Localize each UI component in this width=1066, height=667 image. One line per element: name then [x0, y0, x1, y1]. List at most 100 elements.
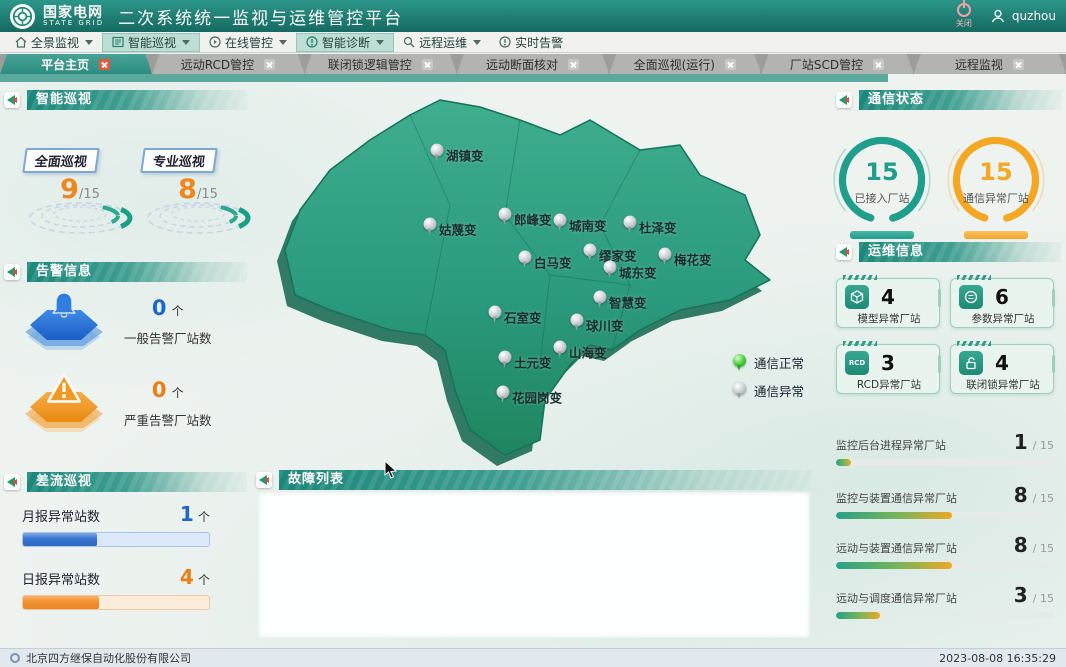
diff-progress-track — [22, 595, 210, 610]
section-diff-patrol: 差流巡视 — [4, 472, 247, 492]
ring-value: 15 — [830, 158, 934, 186]
card-interlock-abnormal[interactable]: 4 联闭锁异常厂站 — [950, 344, 1054, 394]
menu-item-smart-patrol[interactable]: 智能巡视 — [102, 33, 200, 52]
station-pin[interactable] — [624, 216, 637, 233]
fault-list-panel[interactable] — [258, 492, 810, 638]
station-label: 花园岗变 — [512, 388, 562, 407]
menu-item-smart-diagnose[interactable]: 智能诊断 — [296, 33, 394, 52]
gray-pin-icon — [733, 382, 746, 399]
tab-section-check[interactable]: 远动断面核对 — [457, 54, 609, 74]
tab-scd-control[interactable]: 厂站SCD管控 — [761, 54, 913, 74]
tab-interlock-logic[interactable]: 联闭锁逻辑管控 — [305, 54, 457, 74]
user-icon — [990, 8, 1006, 24]
tab-platform-home[interactable]: 平台主页 — [0, 54, 152, 74]
diff-count: 1 — [180, 502, 194, 526]
station-pin[interactable] — [424, 218, 437, 235]
card-params-abnormal[interactable]: 6 参数异常厂站 — [950, 278, 1054, 328]
chevron-down-icon — [473, 40, 481, 45]
station-pin[interactable] — [554, 341, 567, 358]
station-pin[interactable] — [584, 244, 597, 261]
menu-item-panorama[interactable]: 全景监视 — [6, 33, 102, 52]
legend-label: 通信正常 — [754, 353, 804, 372]
page-title: 二次系统统一监视与运维管控平台 — [118, 4, 403, 29]
tab-rcd-control[interactable]: 远动RCD管控 — [152, 54, 304, 74]
tab-close-icon[interactable] — [1013, 59, 1024, 70]
station-pin[interactable] — [554, 214, 567, 231]
section-smart-patrol: 智能巡视 — [4, 90, 247, 110]
diagnose-circle-icon — [306, 36, 318, 48]
progress-telecontrol-device-comm: 远动与装置通信异常厂站 8 / 15 — [836, 533, 1054, 569]
section-title: 运维信息 — [859, 242, 1062, 262]
user-menu[interactable]: quzhou — [990, 8, 1056, 24]
chevron-down-icon — [279, 40, 287, 45]
section-fault-list: 故障列表 — [256, 470, 812, 490]
menu-item-remote-ops[interactable]: 远程运维 — [394, 33, 490, 52]
username: quzhou — [1012, 9, 1056, 23]
warning-triangle-icon — [22, 372, 106, 434]
gauge-total: /15 — [79, 187, 100, 202]
tab-close-icon[interactable] — [264, 59, 275, 70]
progress-fill — [836, 612, 880, 619]
bell-icon — [22, 290, 106, 352]
card-rcd-abnormal[interactable]: RCD 3 RCD异常厂站 — [836, 344, 940, 394]
card-model-abnormal[interactable]: 4 模型异常厂站 — [836, 278, 940, 328]
section-title: 告警信息 — [27, 262, 247, 282]
tab-strip — [0, 74, 888, 82]
progress-label: 远动与装置通信异常厂站 — [836, 540, 957, 556]
company-logo-icon — [8, 651, 22, 665]
tab-label: 远动RCD管控 — [181, 56, 254, 73]
progress-fill — [836, 562, 952, 569]
station-pin[interactable] — [497, 386, 510, 403]
tab-label: 厂站SCD管控 — [790, 56, 863, 73]
progress-fill — [836, 459, 851, 466]
progress-value: 3 — [1014, 583, 1028, 607]
status-bar: 北京四方继保自动化股份有限公司 2023-08-08 16:35:29 — [0, 648, 1066, 667]
section-arrow-icon — [836, 92, 852, 108]
diff-monthly-row: 月报异常站数 1 个 — [22, 502, 210, 547]
progress-total: / 15 — [1033, 439, 1054, 452]
progress-total: / 15 — [1033, 592, 1054, 605]
diff-progress-fill — [23, 533, 97, 546]
ring-label: 已接入厂站 — [830, 190, 934, 206]
tab-full-patrol[interactable]: 全面巡视(运行) — [609, 54, 761, 74]
station-pin[interactable] — [571, 314, 584, 331]
station-label: 梅花变 — [674, 250, 712, 269]
progress-track — [836, 512, 1054, 519]
brand-name-cn: 国家电网 — [43, 6, 104, 20]
gauge-value: 8 — [178, 174, 197, 205]
tab-label: 全面巡视(运行) — [634, 56, 715, 73]
progress-total: / 15 — [1033, 492, 1054, 505]
station-pin[interactable] — [659, 248, 672, 265]
station-pin[interactable] — [431, 144, 444, 161]
diff-daily-row: 日报异常站数 4 个 — [22, 565, 210, 610]
tab-close-icon[interactable] — [568, 59, 579, 70]
region-map[interactable]: 湖镇变 姑蔑变 郎峰变 城南变 杜泽变 白马变 缪家变 城东变 梅花变 智慧变 … — [250, 85, 825, 470]
tab-close-icon[interactable] — [725, 59, 736, 70]
tab-remote-monitor[interactable]: 远程监视 — [914, 54, 1066, 74]
tab-close-icon[interactable] — [99, 59, 110, 70]
diff-progress-track — [22, 532, 210, 547]
tab-label: 平台主页 — [41, 56, 89, 73]
power-icon — [957, 3, 971, 17]
station-pin[interactable] — [499, 351, 512, 368]
section-arrow-icon — [4, 474, 20, 490]
station-pin[interactable] — [594, 291, 607, 308]
section-title: 差流巡视 — [27, 472, 247, 492]
tab-close-icon[interactable] — [422, 59, 433, 70]
close-button[interactable]: 关闭 — [956, 3, 972, 29]
alert-circle-icon — [499, 36, 511, 48]
station-pin[interactable] — [604, 261, 617, 278]
menu-item-realtime-alarm[interactable]: 实时告警 — [490, 33, 572, 52]
diff-progress-fill — [23, 596, 99, 609]
brand-name-en: STATE GRID — [43, 20, 104, 27]
station-pin[interactable] — [519, 251, 532, 268]
tab-close-icon[interactable] — [873, 59, 884, 70]
progress-label: 监控与装置通信异常厂站 — [836, 490, 957, 506]
station-pin[interactable] — [489, 306, 502, 323]
section-arrow-icon — [4, 92, 20, 108]
station-label: 姑蔑变 — [439, 220, 477, 239]
section-arrow-icon — [4, 264, 20, 280]
station-pin[interactable] — [499, 208, 512, 225]
menu-item-online-control[interactable]: 在线管控 — [200, 33, 296, 52]
ring-pedestal — [850, 231, 914, 239]
